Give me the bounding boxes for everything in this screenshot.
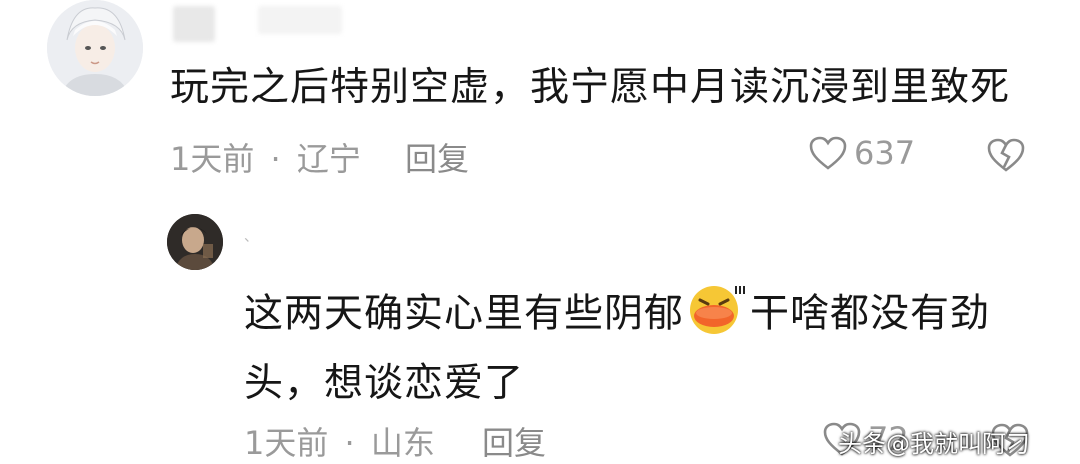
- broken-heart-icon: [987, 138, 1025, 172]
- reply-text-part2: 干啥都没有劲: [750, 291, 991, 337]
- reply-text-line2: 头，想谈恋爱了: [244, 361, 525, 406]
- comment-meta: 1天前 · 辽宁: [170, 134, 361, 180]
- username-redacted-2: [258, 6, 342, 34]
- username-redacted[interactable]: [173, 6, 215, 42]
- avatar-portrait-icon: [47, 0, 143, 96]
- user-avatar[interactable]: [47, 0, 143, 96]
- comment-text: 玩完之后特别空虚，我宁愿中月读沉浸到里致死: [170, 65, 1011, 110]
- reply-reply-button[interactable]: 回复: [482, 418, 546, 464]
- reply-username-redacted[interactable]: 、: [244, 226, 258, 245]
- meta-separator: ·: [344, 424, 355, 462]
- heart-icon: [809, 136, 847, 170]
- reply-comment-time: 1天前: [244, 424, 329, 462]
- reply-text-part1: 这两天确实心里有些阴郁: [244, 291, 685, 337]
- like-button[interactable]: 637: [808, 134, 915, 172]
- meta-separator: ·: [270, 140, 281, 178]
- avatar-portrait-icon: [167, 214, 223, 270]
- dislike-button[interactable]: [986, 137, 1026, 177]
- like-count: 637: [854, 134, 916, 172]
- reply-comment-text: 这两天确实心里有些阴郁 干啥都没有劲 头，想谈恋爱了: [244, 280, 1024, 412]
- reply-user-avatar[interactable]: [167, 214, 223, 270]
- duck-face-emoji-icon: [686, 280, 748, 352]
- watermark: 头条@我就叫阿刁: [838, 430, 1030, 458]
- reply-comment-location: 山东: [370, 424, 435, 462]
- comment-time: 1天前: [170, 140, 255, 178]
- comment-location: 辽宁: [296, 140, 361, 178]
- reply-comment-meta: 1天前 · 山东: [244, 418, 435, 464]
- reply-button[interactable]: 回复: [405, 134, 469, 180]
